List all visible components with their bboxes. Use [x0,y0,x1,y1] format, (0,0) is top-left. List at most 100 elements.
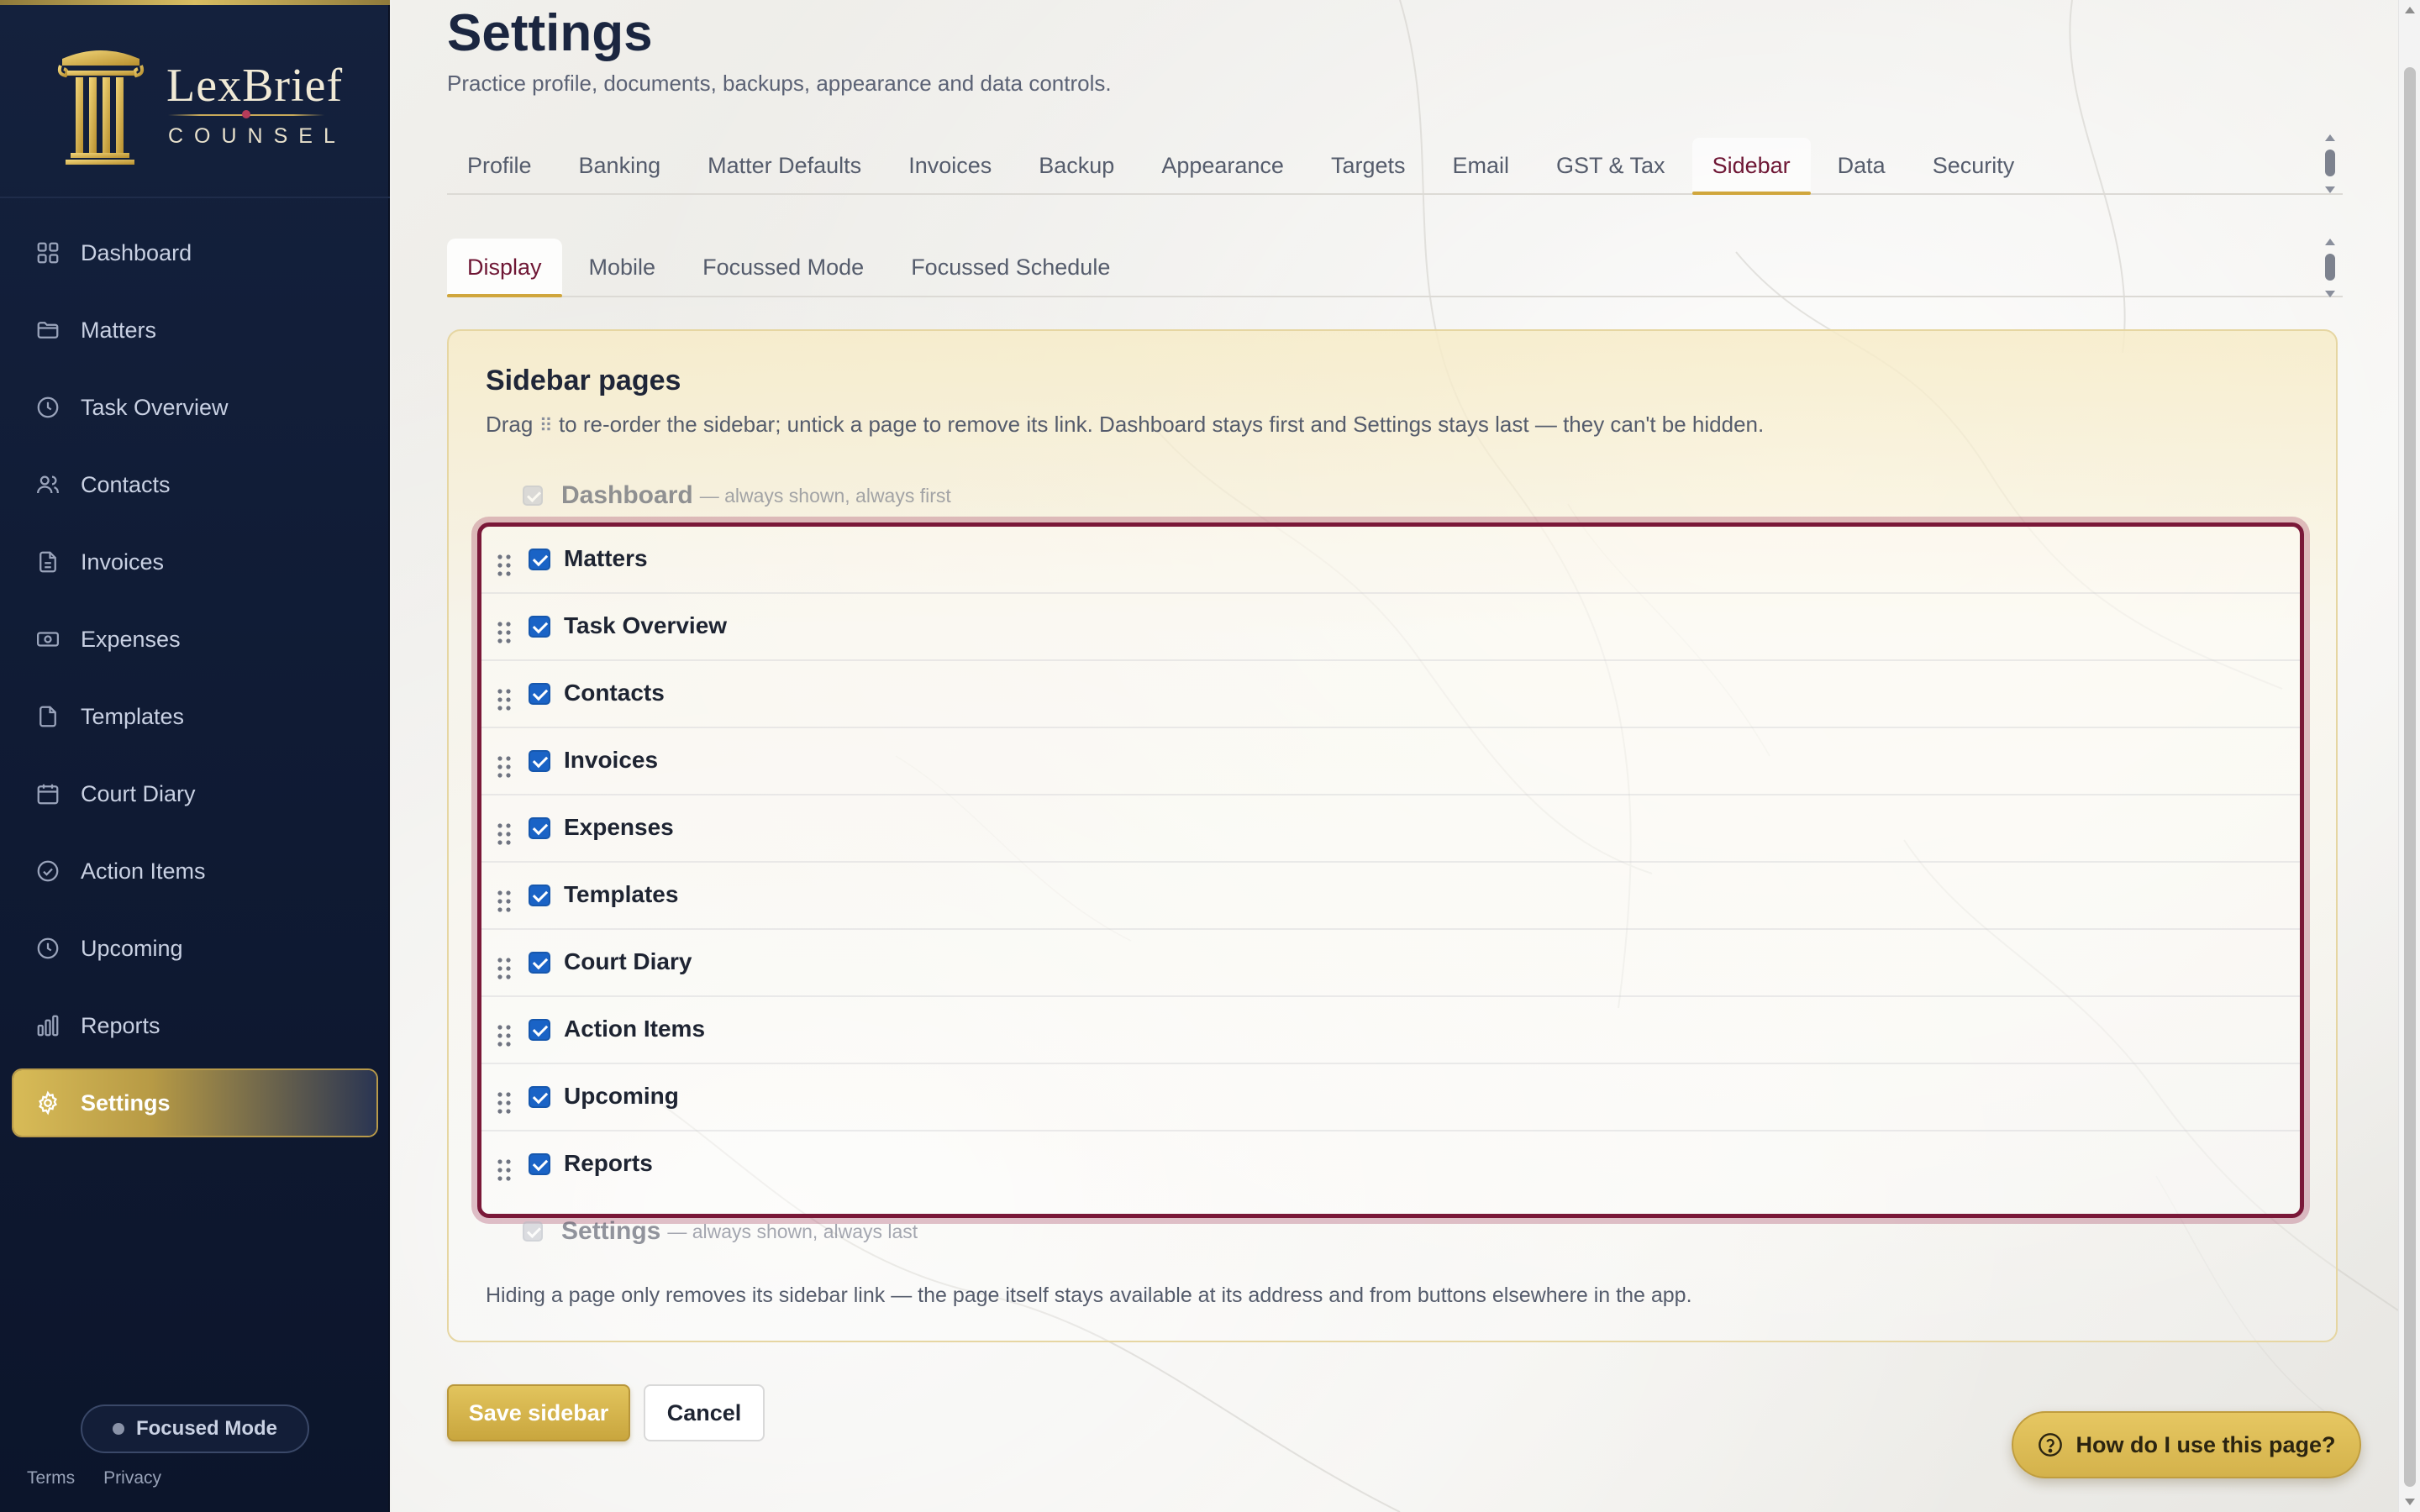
sidebar-item-templates[interactable]: Templates [13,684,376,749]
sidebar-item-contacts[interactable]: Contacts [13,452,376,517]
list-item[interactable]: Matters [481,527,2300,594]
page-label: Task Overview [564,612,728,638]
tab-email[interactable]: Email [1432,138,1529,193]
help-button[interactable]: How do I use this page? [2012,1411,2361,1478]
drag-handle-icon[interactable] [497,890,512,913]
page-checkbox[interactable] [529,1086,550,1108]
tabs-scrollbar[interactable] [2324,134,2336,193]
list-item[interactable]: Reports [481,1131,2300,1199]
scroll-down-icon[interactable] [2405,1499,2415,1505]
sidebar-item-task-overview[interactable]: Task Overview [13,375,376,440]
subtab-mobile[interactable]: Mobile [569,239,676,296]
sidebar-item-label: Matters [81,317,157,343]
tab-backup[interactable]: Backup [1018,138,1134,193]
page-checkbox[interactable] [529,952,550,974]
page-checkbox[interactable] [529,616,550,638]
page-checkbox[interactable] [529,549,550,570]
sidebar-item-label: Reports [81,1012,160,1038]
terms-link[interactable]: Terms [27,1468,75,1488]
tab-profile[interactable]: Profile [447,138,552,193]
list-item[interactable]: Expenses [481,795,2300,863]
page-checkbox[interactable] [529,683,550,705]
sidebar-item-reports[interactable]: Reports [13,993,376,1058]
drag-handle-icon[interactable] [497,1024,512,1047]
list-item[interactable]: Action Items [481,997,2300,1064]
tab-data[interactable]: Data [1818,138,1906,193]
drag-handle-icon: ⠿ [539,415,553,436]
grid-icon [35,240,60,265]
drag-handle-icon[interactable] [497,688,512,711]
subtabs-scrollbar[interactable] [2324,239,2336,297]
drag-handle-icon[interactable] [497,621,512,644]
list-item[interactable]: Court Diary [481,930,2300,997]
subtab-display[interactable]: Display [447,239,562,297]
tab-appearance[interactable]: Appearance [1141,138,1304,193]
tab-matter-defaults[interactable]: Matter Defaults [687,138,881,193]
brand-header[interactable]: LexBrief COUNSEL [0,5,390,198]
save-sidebar-button[interactable]: Save sidebar [447,1384,630,1441]
page-checkbox[interactable] [529,817,550,839]
page-label: Action Items [564,1016,706,1042]
scroll-up-icon[interactable] [2405,7,2415,13]
main-content: Settings Practice profile, documents, ba… [392,0,2398,1512]
drag-handle-icon[interactable] [497,822,512,846]
page-label: Expenses [564,814,674,840]
card-title: Sidebar pages [486,365,681,396]
drag-handle-icon[interactable] [497,1158,512,1182]
subtab-focussed-mode[interactable]: Focussed Mode [682,239,884,296]
tab-banking[interactable]: Banking [559,138,681,193]
drag-handle-icon[interactable] [497,554,512,577]
subtab-focussed-schedule[interactable]: Focussed Schedule [891,239,1130,296]
page-checkbox[interactable] [529,750,550,772]
page-title: Settings [447,4,653,62]
page-label: Reports [564,1150,653,1176]
page-scrollbar[interactable] [2398,0,2420,1512]
sidebar-item-label: Expenses [81,626,181,652]
gear-icon [35,1090,60,1116]
list-item[interactable]: Templates [481,863,2300,930]
privacy-link[interactable]: Privacy [103,1468,161,1488]
help-button-label: How do I use this page? [2075,1431,2336,1457]
drag-handle-icon[interactable] [497,957,512,980]
sidebar-item-court-diary[interactable]: Court Diary [13,761,376,827]
cancel-button[interactable]: Cancel [644,1384,765,1441]
tab-targets[interactable]: Targets [1311,138,1426,193]
folder-icon [35,318,60,343]
list-item[interactable]: Task Overview [481,594,2300,661]
list-item[interactable]: Contacts [481,661,2300,728]
help-circle-icon [2039,1433,2063,1457]
scrollbar-thumb[interactable] [2404,67,2416,1487]
page-checkbox[interactable] [529,1019,550,1041]
page-checkbox[interactable] [529,885,550,906]
disabled-checkbox [523,1221,543,1242]
fixed-page-name: Dashboard [561,481,693,509]
page-checkbox[interactable] [529,1153,550,1175]
list-item[interactable]: Invoices [481,728,2300,795]
focused-mode-toggle[interactable]: Focused Mode [81,1404,309,1453]
fixed-page-name: Settings [561,1217,661,1245]
sidebar-item-settings[interactable]: Settings [13,1070,376,1136]
sidebar-item-upcoming[interactable]: Upcoming [13,916,376,981]
sidebar-item-dashboard[interactable]: Dashboard [13,220,376,286]
tab-invoices[interactable]: Invoices [888,138,1012,193]
users-icon [35,472,60,497]
clock-icon [35,395,60,420]
page-label: Templates [564,881,679,907]
pillar-logo-icon [57,50,145,165]
sidebar-item-matters[interactable]: Matters [13,297,376,363]
sidebar-item-invoices[interactable]: Invoices [13,529,376,595]
page-label: Invoices [564,747,659,773]
list-item[interactable]: Upcoming [481,1064,2300,1131]
tab-sidebar[interactable]: Sidebar [1691,138,1811,195]
sortable-page-list: Matters Task Overview Contacts Invoices [477,522,2304,1218]
bar-chart-icon [35,1013,60,1038]
brand-dot [242,110,250,118]
sidebar-item-expenses[interactable]: Expenses [13,606,376,672]
tab-gst-tax[interactable]: GST & Tax [1536,138,1686,193]
drag-handle-icon[interactable] [497,1091,512,1115]
tab-security[interactable]: Security [1912,138,2035,193]
drag-handle-icon[interactable] [497,755,512,779]
sidebar-item-action-items[interactable]: Action Items [13,838,376,904]
focused-mode-label: Focused Mode [135,1417,277,1440]
sidebar-subtabs: Display Mobile Focussed Mode Focussed Sc… [447,239,2343,297]
